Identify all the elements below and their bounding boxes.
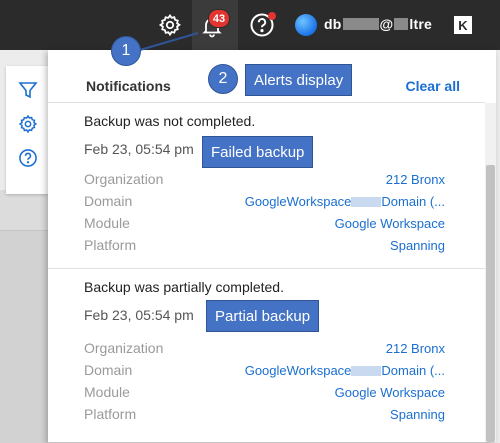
annotation-marker-1: 1 xyxy=(111,36,141,66)
annotation-partial-backup: Partial backup xyxy=(206,300,320,332)
annotation-failed-backup: Failed backup xyxy=(202,136,314,168)
annotation-alerts-display: Alerts display xyxy=(245,64,353,96)
annotation-marker-2: 2 xyxy=(208,64,238,94)
